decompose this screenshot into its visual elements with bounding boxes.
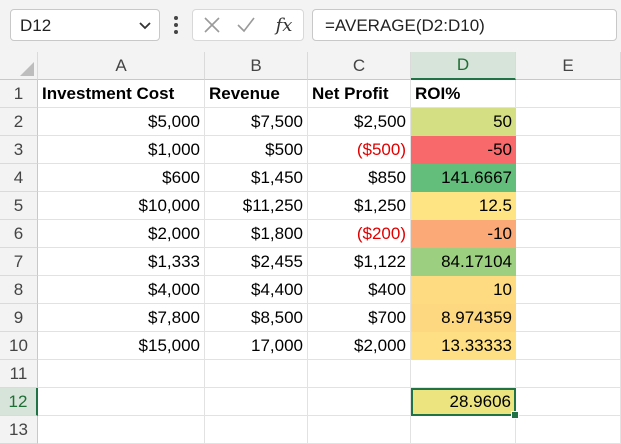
cell-d12[interactable]: 28.9606	[411, 388, 516, 416]
fx-icon: fx	[275, 14, 293, 36]
cell-e3[interactable]	[516, 136, 621, 164]
fill-handle[interactable]	[511, 411, 519, 419]
formula-bar: D12 fx =AVERAGE(D2:D10)	[0, 0, 621, 52]
cell-a1[interactable]: Investment Cost	[38, 80, 205, 108]
cell-e1[interactable]	[516, 80, 621, 108]
cell-e7[interactable]	[516, 248, 621, 276]
formula-input[interactable]: =AVERAGE(D2:D10)	[312, 9, 617, 41]
cell-b1[interactable]: Revenue	[205, 80, 308, 108]
row-header-5[interactable]: 5	[0, 192, 38, 220]
row-header-9[interactable]: 9	[0, 304, 38, 332]
formula-text: =AVERAGE(D2:D10)	[325, 16, 485, 35]
cell-c8[interactable]: $400	[308, 276, 411, 304]
cell-b8[interactable]: $4,400	[205, 276, 308, 304]
cell-a10[interactable]: $15,000	[38, 332, 205, 360]
cell-d5[interactable]: 12.5	[411, 192, 516, 220]
cell-e5[interactable]	[516, 192, 621, 220]
cell-e9[interactable]	[516, 304, 621, 332]
row-header-3[interactable]: 3	[0, 136, 38, 164]
cell-c3[interactable]: ($500)	[308, 136, 411, 164]
cell-b3[interactable]: $500	[205, 136, 308, 164]
cell-b5[interactable]: $11,250	[205, 192, 308, 220]
close-icon	[204, 17, 220, 33]
cell-a5[interactable]: $10,000	[38, 192, 205, 220]
cell-b12[interactable]	[205, 388, 308, 416]
cell-c11[interactable]	[308, 360, 411, 388]
column-header-a[interactable]: A	[38, 52, 205, 80]
cell-b9[interactable]: $8,500	[205, 304, 308, 332]
cell-a2[interactable]: $5,000	[38, 108, 205, 136]
cell-e2[interactable]	[516, 108, 621, 136]
cell-d7[interactable]: 84.17104	[411, 248, 516, 276]
cancel-button[interactable]	[197, 10, 227, 40]
select-all-corner[interactable]	[0, 52, 38, 80]
cell-d11[interactable]	[411, 360, 516, 388]
cell-e12[interactable]	[516, 388, 621, 416]
cell-e4[interactable]	[516, 164, 621, 192]
row-header-8[interactable]: 8	[0, 276, 38, 304]
cell-c10[interactable]: $2,000	[308, 332, 411, 360]
name-box[interactable]: D12	[10, 9, 160, 41]
cell-d10[interactable]: 13.33333	[411, 332, 516, 360]
cell-e8[interactable]	[516, 276, 621, 304]
column-header-e[interactable]: E	[516, 52, 621, 80]
row-header-2[interactable]: 2	[0, 108, 38, 136]
kebab-icon[interactable]	[170, 13, 182, 37]
cell-b10[interactable]: 17,000	[205, 332, 308, 360]
row-header-10[interactable]: 10	[0, 332, 38, 360]
cell-a9[interactable]: $7,800	[38, 304, 205, 332]
chevron-down-icon[interactable]	[137, 17, 153, 33]
cell-c6[interactable]: ($200)	[308, 220, 411, 248]
row-header-11[interactable]: 11	[0, 360, 38, 388]
cell-d8[interactable]: 10	[411, 276, 516, 304]
cell-a4[interactable]: $600	[38, 164, 205, 192]
formula-actions: fx	[192, 9, 304, 41]
cell-b4[interactable]: $1,450	[205, 164, 308, 192]
row-header-1[interactable]: 1	[0, 80, 38, 108]
insert-function-button[interactable]: fx	[269, 10, 299, 40]
cell-a12[interactable]	[38, 388, 205, 416]
cell-c2[interactable]: $2,500	[308, 108, 411, 136]
name-box-value: D12	[20, 16, 52, 35]
enter-button[interactable]	[231, 10, 261, 40]
cell-d3[interactable]: -50	[411, 136, 516, 164]
cell-e11[interactable]	[516, 360, 621, 388]
cell-a6[interactable]: $2,000	[38, 220, 205, 248]
column-header-b[interactable]: B	[205, 52, 308, 80]
cell-a7[interactable]: $1,333	[38, 248, 205, 276]
cell-b7[interactable]: $2,455	[205, 248, 308, 276]
cell-b2[interactable]: $7,500	[205, 108, 308, 136]
row-header-7[interactable]: 7	[0, 248, 38, 276]
cell-d4[interactable]: 141.6667	[411, 164, 516, 192]
cell-a3[interactable]: $1,000	[38, 136, 205, 164]
cell-e10[interactable]	[516, 332, 621, 360]
cell-a11[interactable]	[38, 360, 205, 388]
cell-b6[interactable]: $1,800	[205, 220, 308, 248]
row-header-4[interactable]: 4	[0, 164, 38, 192]
cell-e6[interactable]	[516, 220, 621, 248]
cell-d2[interactable]: 50	[411, 108, 516, 136]
cell-d9[interactable]: 8.974359	[411, 304, 516, 332]
cell-c4[interactable]: $850	[308, 164, 411, 192]
cell-d6[interactable]: -10	[411, 220, 516, 248]
cell-d1[interactable]: ROI%	[411, 80, 516, 108]
cell-c1[interactable]: Net Profit	[308, 80, 411, 108]
row-header-6[interactable]: 6	[0, 220, 38, 248]
check-icon	[237, 17, 255, 33]
column-header-d[interactable]: D	[411, 52, 516, 80]
cell-b11[interactable]	[205, 360, 308, 388]
column-header-c[interactable]: C	[308, 52, 411, 80]
cell-c5[interactable]: $1,250	[308, 192, 411, 220]
cell-a8[interactable]: $4,000	[38, 276, 205, 304]
row-header-12[interactable]: 12	[0, 388, 38, 416]
cell-c9[interactable]: $700	[308, 304, 411, 332]
cell-c12[interactable]	[308, 388, 411, 416]
cell-c7[interactable]: $1,122	[308, 248, 411, 276]
